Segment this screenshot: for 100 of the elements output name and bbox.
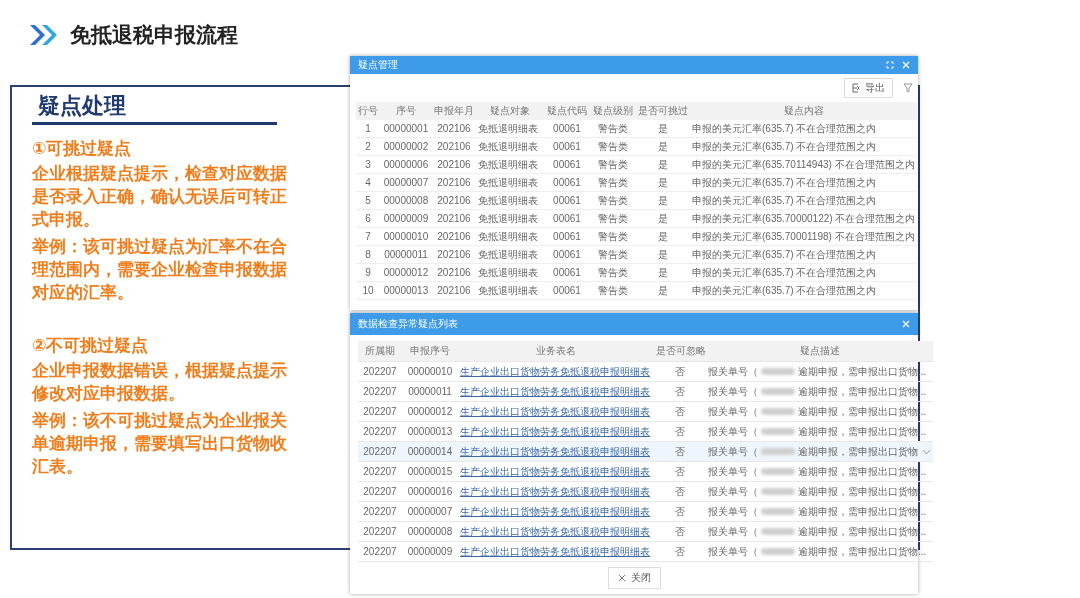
table-cell-text: 202106 <box>436 141 472 152</box>
export-button[interactable]: 导出 <box>844 78 894 98</box>
table-cell: 报关单号（ <box>708 404 758 419</box>
blurred-text <box>761 428 795 435</box>
table-cell-text: 00000011 <box>407 386 453 397</box>
export-icon <box>852 83 862 93</box>
form-link[interactable]: 生产企业出口货物劳务免抵退税申报明细表 <box>458 444 654 459</box>
table-row[interactable]: 202207 00000016 生产企业出口货物劳务免抵退税申报明细表 否 报关单号（ 逾期申报，需申报出口货物... <box>358 482 933 502</box>
table-cell-text: 00000011 <box>383 249 429 260</box>
table-cell-text: 202106 <box>436 177 472 188</box>
table-cell-text: 免抵退明细表 <box>477 139 539 154</box>
form-link[interactable]: 生产企业出口货物劳务免抵退税申报明细表 <box>458 424 654 439</box>
blurred-text <box>761 508 795 515</box>
table-cell-text: 00061 <box>552 159 582 170</box>
table-cell-text: 否 <box>674 404 686 419</box>
table-cell-text: 202207 <box>362 386 398 397</box>
table-cell: 报关单号（ <box>708 444 758 459</box>
table-cell-text: 否 <box>674 504 686 519</box>
subheading: ①可挑过疑点 <box>32 137 132 160</box>
table-cell-text: 是 <box>657 265 669 280</box>
table-cell-text: 202207 <box>362 406 398 417</box>
table-cell-text: 1 <box>364 123 372 134</box>
table-cell-text: 00000001 <box>382 123 430 134</box>
table-cell-text: 00000015 <box>406 466 454 477</box>
table-cell: 逾期申报，需申报出口货物... <box>798 504 927 519</box>
table-cell-text: 免抵退明细表 <box>477 121 539 136</box>
table-cell-text: 00061 <box>552 195 582 206</box>
table-row[interactable]: 202207 00000014 生产企业出口货物劳务免抵退税申报明细表 否 报关单号（ 逾期申报，需申报出口货物 <box>358 442 933 462</box>
table-row[interactable]: 202207 00000007 生产企业出口货物劳务免抵退税申报明细表 否 报关单号（ 逾期申报，需申报出口货物... <box>358 502 933 522</box>
table-cell-text: 警告类 <box>597 247 629 262</box>
table-cell: 逾期申报，需申报出口货物 <box>798 444 918 459</box>
column-header: 申报序号 <box>409 344 451 358</box>
table-row[interactable]: 202207 00000009 生产企业出口货物劳务免抵退税申报明细表 否 报关单号（ 逾期申报，需申报出口货物... <box>358 542 933 562</box>
table-cell-text: 202207 <box>362 366 398 377</box>
table-cell-text: 5 <box>364 195 372 206</box>
form-link[interactable]: 生产企业出口货物劳务免抵退税申报明细表 <box>458 464 654 479</box>
table-cell-text: 00061 <box>552 231 582 242</box>
column-header: 序号 <box>395 104 417 118</box>
table-cell-text: 00000009 <box>406 546 454 557</box>
blurred-text <box>761 368 795 375</box>
table-cell-text: 警告类 <box>597 211 629 226</box>
table-cell-text: 202106 <box>436 195 472 206</box>
table-cell-text: 00000010 <box>382 231 430 242</box>
blurred-text <box>761 488 795 495</box>
table-cell-text: 202207 <box>362 506 398 517</box>
form-link[interactable]: 生产企业出口货物劳务免抵退税申报明细表 <box>458 544 654 559</box>
form-link[interactable]: 生产企业出口货物劳务免抵退税申报明细表 <box>458 404 654 419</box>
table-cell-text: 免抵退明细表 <box>477 229 539 244</box>
table-cell: 报关单号（ <box>708 464 758 479</box>
table-cell-text: 警告类 <box>597 121 629 136</box>
table-cell: 逾期申报，需申报出口货物... <box>798 464 927 479</box>
example-paragraph: 举例：该可挑过疑点为汇率不在合理范围内，需要企业检查申报数据对应的汇率。 <box>32 236 288 304</box>
table-cell-text: 是 <box>657 175 669 190</box>
table-cell-text: 00061 <box>552 177 582 188</box>
form-link[interactable]: 生产企业出口货物劳务免抵退税申报明细表 <box>458 504 654 519</box>
blurred-text <box>761 468 795 475</box>
close-button[interactable]: 关闭 <box>607 567 661 589</box>
table-row[interactable]: 202207 00000010 生产企业出口货物劳务免抵退税申报明细表 否 报关单号（ 逾期申报，需申报出口货物... <box>358 362 933 382</box>
table-cell: 逾期申报，需申报出口货物... <box>798 524 927 539</box>
table-cell: 逾期申报，需申报出口货物... <box>798 384 927 399</box>
table-row[interactable]: 202207 00000008 生产企业出口货物劳务免抵退税申报明细表 否 报关单号（ 逾期申报，需申报出口货物... <box>358 522 933 542</box>
form-link[interactable]: 生产企业出口货物劳务免抵退税申报明细表 <box>458 484 654 499</box>
form-link[interactable]: 生产企业出口货物劳务免抵退税申报明细表 <box>458 364 654 379</box>
table-cell-text: 警告类 <box>597 175 629 190</box>
table-cell-text: 申报的美元汇率(635.7) 不在合理范围之内 <box>691 247 878 262</box>
table-cell-text: 00000013 <box>406 426 454 437</box>
table-cell: 报关单号（ <box>708 544 758 559</box>
table-cell-text: 6 <box>364 213 372 224</box>
table-cell-text: 是 <box>657 121 669 136</box>
table-cell-text: 申报的美元汇率(635.7) 不在合理范围之内 <box>691 139 878 154</box>
form-link[interactable]: 生产企业出口货物劳务免抵退税申报明细表 <box>458 384 654 399</box>
table-cell-text: 免抵退明细表 <box>477 193 539 208</box>
table-cell-text: 免抵退明细表 <box>477 211 539 226</box>
maximize-icon[interactable] <box>886 61 894 69</box>
window-title: 疑点管理 <box>358 58 399 72</box>
table-row[interactable]: 202207 00000015 生产企业出口货物劳务免抵退税申报明细表 否 报关单号（ 逾期申报，需申报出口货物... <box>358 462 933 482</box>
window-title: 数据检查异常疑点列表 <box>358 317 459 331</box>
table-cell-text: 00061 <box>552 213 582 224</box>
column-header: 疑点对象 <box>489 104 531 118</box>
table-cell-text: 00000002 <box>382 141 430 152</box>
table-cell-text: 是 <box>657 211 669 226</box>
close-icon[interactable] <box>902 320 910 328</box>
table-cell-text: 是 <box>657 247 669 262</box>
close-icon[interactable] <box>902 61 910 69</box>
table-cell-text: 警告类 <box>597 193 629 208</box>
column-header: 疑点内容 <box>782 104 825 118</box>
table-row[interactable]: 202207 00000012 生产企业出口货物劳务免抵退税申报明细表 否 报关单号（ 逾期申报，需申报出口货物... <box>358 402 933 422</box>
table-row[interactable]: 202207 00000011 生产企业出口货物劳务免抵退税申报明细表 否 报关单号（ 逾期申报，需申报出口货物... <box>358 382 933 402</box>
table-cell-text: 申报的美元汇率(635.7) 不在合理范围之内 <box>691 121 878 136</box>
chevron-down-icon[interactable] <box>922 448 931 455</box>
table-cell-text: 00000006 <box>382 159 430 170</box>
table-cell-text: 申报的美元汇率(635.70001198) 不在合理范围之内 <box>691 229 916 244</box>
table-cell-text: 00000014 <box>406 446 454 457</box>
form-link[interactable]: 生产企业出口货物劳务免抵退税申报明细表 <box>458 524 654 539</box>
column-header: 疑点代码 <box>546 104 588 118</box>
table-cell-text: 警告类 <box>597 139 629 154</box>
column-header: 是否可忽略 <box>655 344 706 358</box>
table-cell: 逾期申报，需申报出口货物... <box>798 364 927 379</box>
table-cell-text: 申报的美元汇率(635.7) 不在合理范围之内 <box>691 175 878 190</box>
table-cell-text: 免抵退明细表 <box>477 283 539 298</box>
